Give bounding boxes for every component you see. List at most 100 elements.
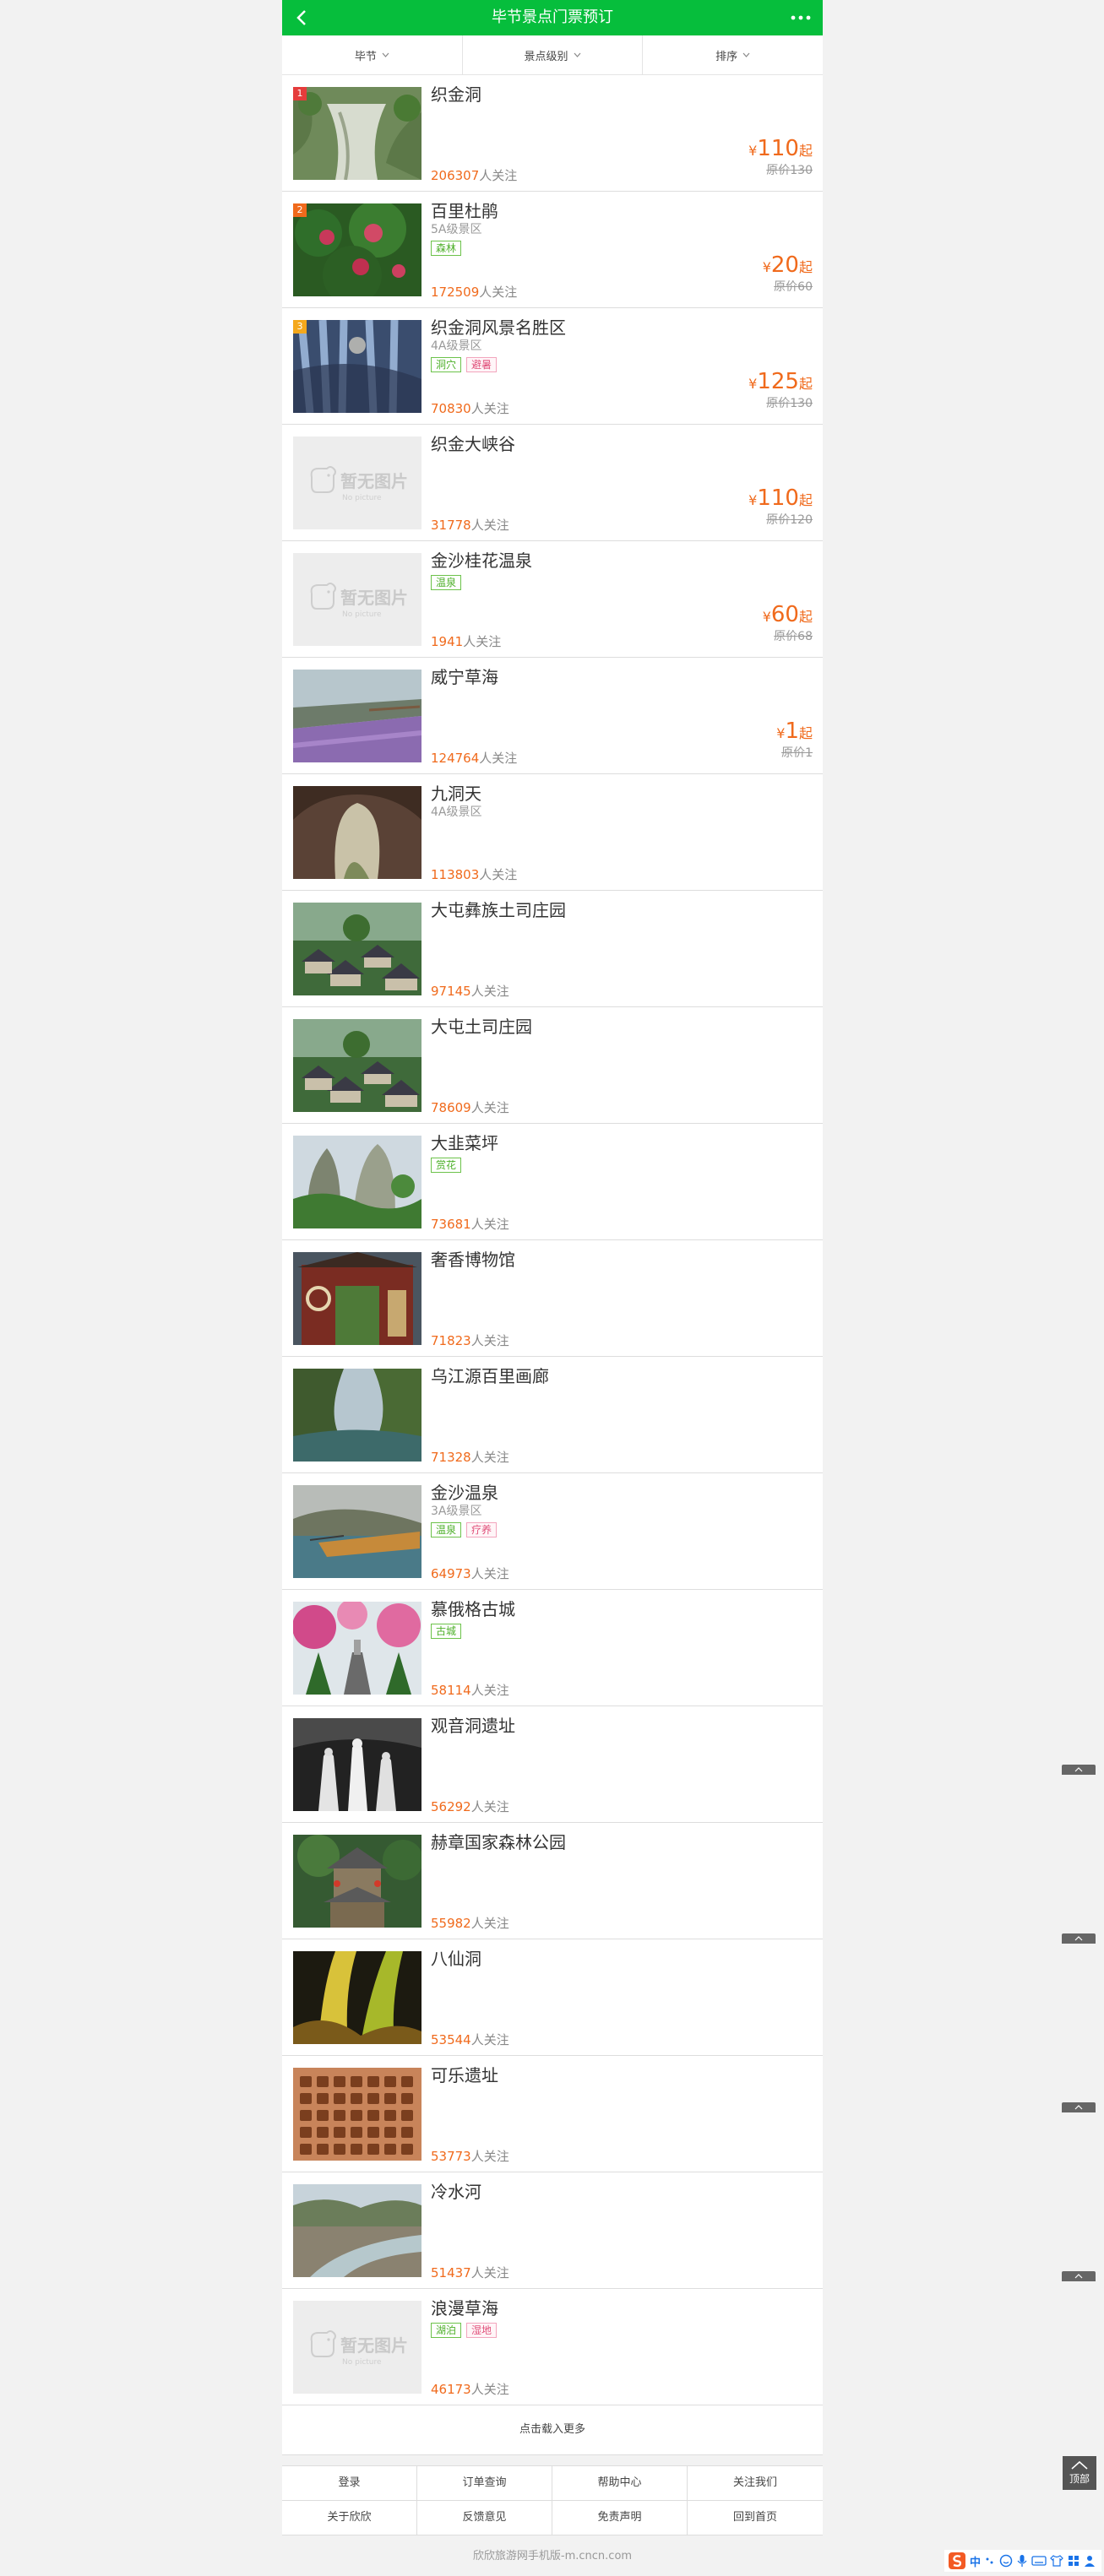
spot-list-item[interactable]: 可乐遗址 53773人关注 [282, 2056, 823, 2172]
spot-thumbnail[interactable] [293, 1136, 421, 1228]
spot-thumbnail[interactable] [293, 1252, 421, 1345]
spot-name[interactable]: 金沙温泉 [431, 1482, 813, 1504]
spot-thumbnail[interactable]: 2 [293, 203, 421, 296]
spot-name[interactable]: 冷水河 [431, 2181, 813, 2203]
spot-thumbnail[interactable]: 暂无图片 No picture [293, 437, 421, 529]
spot-thumbnail[interactable]: 1 [293, 87, 421, 180]
spot-list-item[interactable]: 大屯彝族土司庄园 97145人关注 [282, 891, 823, 1007]
side-tab[interactable] [1062, 2271, 1096, 2281]
footer-link[interactable]: 回到首页 [688, 2501, 823, 2535]
back-to-top-button[interactable]: 顶部 [1063, 2456, 1096, 2490]
filter-sort[interactable]: 排序 [643, 35, 823, 74]
follow-suffix: 人关注 [470, 1683, 509, 1698]
spot-name[interactable]: 赫章国家森林公园 [431, 1831, 813, 1853]
spot-list-item[interactable]: 3 织金洞风景名胜区 4A级景区 洞穴 避暑 70830人关注 ¥125起 原价130 [282, 308, 823, 425]
spot-list-item[interactable]: 赫章国家森林公园 55982人关注 [282, 1823, 823, 1939]
more-button[interactable] [786, 0, 816, 35]
spot-name[interactable]: 奢香博物馆 [431, 1249, 813, 1271]
spot-info: 乌江源百里画廊 71328人关注 [431, 1365, 813, 1466]
filter-region[interactable]: 毕节 [282, 35, 463, 74]
svg-text:暂无图片: 暂无图片 [340, 2335, 408, 2356]
spot-name[interactable]: 乌江源百里画廊 [431, 1365, 813, 1387]
spot-name[interactable]: 九洞天 [431, 783, 813, 805]
spot-thumbnail[interactable] [293, 1369, 421, 1462]
spot-tag: 森林 [431, 241, 462, 256]
ime-toolbar[interactable]: 中 [944, 2550, 1101, 2572]
spot-list-item[interactable]: 慕俄格古城 古城 58114人关注 [282, 1590, 823, 1706]
footer-link[interactable]: 帮助中心 [552, 2466, 688, 2501]
current-price: ¥110起 [748, 136, 813, 161]
spot-list-item[interactable]: 大屯土司庄园 78609人关注 [282, 1007, 823, 1124]
spot-list-item[interactable]: 八仙洞 53544人关注 [282, 1939, 823, 2056]
spot-name[interactable]: 威宁草海 [431, 666, 813, 688]
spot-name[interactable]: 织金洞 [431, 84, 813, 106]
side-tab[interactable] [1062, 1933, 1096, 1944]
spot-list-item[interactable]: 乌江源百里画廊 71328人关注 [282, 1357, 823, 1473]
spot-name[interactable]: 百里杜鹃 [431, 200, 813, 222]
spot-info: 织金大峡谷 31778人关注 ¥110起 原价120 [431, 433, 813, 534]
spot-thumbnail[interactable]: 暂无图片 No picture [293, 2301, 421, 2394]
spot-list-item[interactable]: 金沙温泉 3A级景区 温泉 疗养 64973人关注 [282, 1473, 823, 1590]
spot-list-item[interactable]: 威宁草海 124764人关注 ¥1起 原价1 [282, 658, 823, 774]
follow-suffix: 人关注 [470, 518, 509, 533]
price-suffix: 起 [798, 143, 813, 159]
footer-link[interactable]: 免责声明 [552, 2501, 688, 2535]
spot-thumbnail[interactable] [293, 903, 421, 995]
spot-thumbnail[interactable] [293, 1718, 421, 1811]
orig-value: 120 [790, 513, 813, 527]
spot-name[interactable]: 大屯土司庄园 [431, 1016, 813, 1038]
spot-list-item[interactable]: 1 织金洞 206307人关注 ¥110起 原价130 [282, 75, 823, 192]
footer-link[interactable]: 关注我们 [688, 2466, 823, 2501]
spot-thumbnail[interactable] [293, 1951, 421, 2044]
spot-thumbnail[interactable] [293, 1835, 421, 1928]
spot-thumbnail[interactable] [293, 2184, 421, 2277]
spot-thumbnail[interactable]: 暂无图片 No picture [293, 553, 421, 646]
spot-list-item[interactable]: 暂无图片 No picture 浪漫草海 湖泊 湿地 46173人关注 [282, 2289, 823, 2405]
spot-name[interactable]: 观音洞遗址 [431, 1715, 813, 1737]
spot-name[interactable]: 可乐遗址 [431, 2064, 813, 2086]
orig-value: 130 [790, 164, 813, 177]
spot-name[interactable]: 金沙桂花温泉 [431, 550, 813, 572]
spot-name[interactable]: 大韭菜坪 [431, 1132, 813, 1154]
follow-suffix: 人关注 [479, 751, 518, 766]
spot-info: 浪漫草海 湖泊 湿地 46173人关注 [431, 2297, 813, 2398]
price-block: ¥20起 原价60 [763, 252, 813, 295]
spot-name[interactable]: 浪漫草海 [431, 2297, 813, 2319]
side-tab[interactable] [1062, 2102, 1096, 2112]
spot-thumbnail[interactable] [293, 2068, 421, 2161]
footer-link[interactable]: 登录 [282, 2466, 417, 2501]
spot-name[interactable]: 八仙洞 [431, 1948, 813, 1970]
current-price: ¥110起 [748, 485, 813, 511]
spot-thumbnail[interactable] [293, 670, 421, 762]
spot-level: 5A级景区 [431, 223, 482, 236]
footer-link[interactable]: 关于欣欣 [282, 2501, 417, 2535]
spot-tag: 赏花 [431, 1158, 462, 1173]
side-tab[interactable] [1062, 1765, 1096, 1775]
spot-thumbnail[interactable] [293, 1485, 421, 1578]
load-more-button[interactable]: 点击载入更多 [282, 2405, 823, 2455]
spot-name[interactable]: 织金洞风景名胜区 [431, 317, 813, 339]
spot-list-item[interactable]: 大韭菜坪 赏花 73681人关注 [282, 1124, 823, 1240]
spot-thumbnail[interactable] [293, 1602, 421, 1695]
spot-list-item[interactable]: 奢香博物馆 71823人关注 [282, 1240, 823, 1357]
spot-thumbnail[interactable]: 3 [293, 320, 421, 413]
spot-info: 金沙温泉 3A级景区 温泉 疗养 64973人关注 [431, 1482, 813, 1582]
spot-list-item[interactable]: 暂无图片 No picture 织金大峡谷 31778人关注 ¥110起 原价120 [282, 425, 823, 541]
spot-list-item[interactable]: 九洞天 4A级景区 113803人关注 [282, 774, 823, 891]
spot-list-item[interactable]: 2 百里杜鹃 5A级景区 森林 172509人关注 ¥20起 原价60 [282, 192, 823, 308]
spot-list-item[interactable]: 观音洞遗址 56292人关注 [282, 1706, 823, 1823]
back-button[interactable] [289, 0, 314, 35]
spot-list-item[interactable]: 暂无图片 No picture 金沙桂花温泉 温泉 1941人关注 ¥60起 原价68 [282, 541, 823, 658]
footer-link[interactable]: 反馈意见 [417, 2501, 552, 2535]
rank-badge: 2 [293, 203, 307, 217]
follow-count: 97145人关注 [431, 982, 509, 1000]
spot-name[interactable]: 大屯彝族土司庄园 [431, 899, 813, 921]
spot-name[interactable]: 慕俄格古城 [431, 1598, 813, 1620]
footer-link[interactable]: 订单查询 [417, 2466, 552, 2501]
spot-thumbnail[interactable] [293, 786, 421, 879]
filter-level[interactable]: 景点级别 [463, 35, 644, 74]
spot-name[interactable]: 织金大峡谷 [431, 433, 813, 455]
follow-count: 56292人关注 [431, 1798, 509, 1815]
spot-thumbnail[interactable] [293, 1019, 421, 1112]
spot-list-item[interactable]: 冷水河 51437人关注 [282, 2172, 823, 2289]
